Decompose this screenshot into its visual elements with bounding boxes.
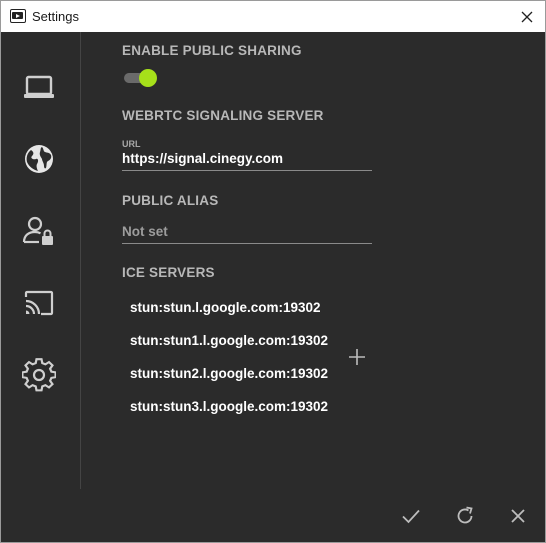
- ice-server-item[interactable]: stun:stun2.l.google.com:19302: [130, 366, 328, 381]
- plus-icon: [349, 349, 365, 365]
- public-alias-placeholder: Not set: [122, 224, 168, 239]
- user-lock-icon: [22, 216, 53, 245]
- close-icon: [511, 509, 525, 523]
- url-label: URL: [122, 139, 141, 149]
- globe-icon: [25, 145, 53, 173]
- ice-server-item[interactable]: stun:stun3.l.google.com:19302: [130, 399, 328, 414]
- public-alias-input[interactable]: Not set: [122, 222, 372, 244]
- signaling-url-value: https://signal.cinegy.com: [122, 151, 284, 166]
- sharing-section-title: ENABLE PUBLIC SHARING: [122, 43, 302, 58]
- sidebar: [1, 32, 81, 489]
- title-bar: Settings: [1, 1, 545, 32]
- cancel-button[interactable]: [506, 504, 530, 528]
- settings-window: Settings ENABLE PUBLIC SHARING WEBRTC SI…: [0, 0, 546, 543]
- ice-server-item[interactable]: stun:stun1.l.google.com:19302: [130, 333, 328, 348]
- ice-section-title: ICE SERVERS: [122, 265, 215, 280]
- add-ice-server-button[interactable]: [346, 346, 368, 368]
- gear-icon: [22, 358, 56, 392]
- alias-section-title: PUBLIC ALIAS: [122, 193, 219, 208]
- laptop-icon: [24, 75, 54, 98]
- signaling-section-title: WEBRTC SIGNALING SERVER: [122, 108, 324, 123]
- window-title: Settings: [32, 9, 79, 24]
- apply-button[interactable]: [399, 504, 423, 528]
- sidebar-item-user-security[interactable]: [18, 210, 60, 252]
- check-icon: [402, 509, 420, 524]
- signaling-url-input[interactable]: https://signal.cinegy.com: [122, 149, 372, 171]
- close-icon: [521, 11, 533, 23]
- reset-button[interactable]: [453, 504, 477, 528]
- refresh-icon: [457, 506, 473, 524]
- sidebar-item-display[interactable]: [18, 66, 60, 108]
- app-icon: [10, 9, 26, 23]
- settings-content: ENABLE PUBLIC SHARING WEBRTC SIGNALING S…: [1, 32, 545, 542]
- public-sharing-toggle[interactable]: [124, 69, 158, 87]
- sidebar-item-cast[interactable]: [18, 282, 60, 324]
- sidebar-item-network[interactable]: [18, 138, 60, 180]
- sidebar-item-settings[interactable]: [18, 354, 60, 396]
- close-window-button[interactable]: [515, 5, 539, 29]
- ice-server-item[interactable]: stun:stun.l.google.com:19302: [130, 300, 321, 315]
- toggle-knob: [139, 69, 157, 87]
- cast-icon: [24, 290, 54, 316]
